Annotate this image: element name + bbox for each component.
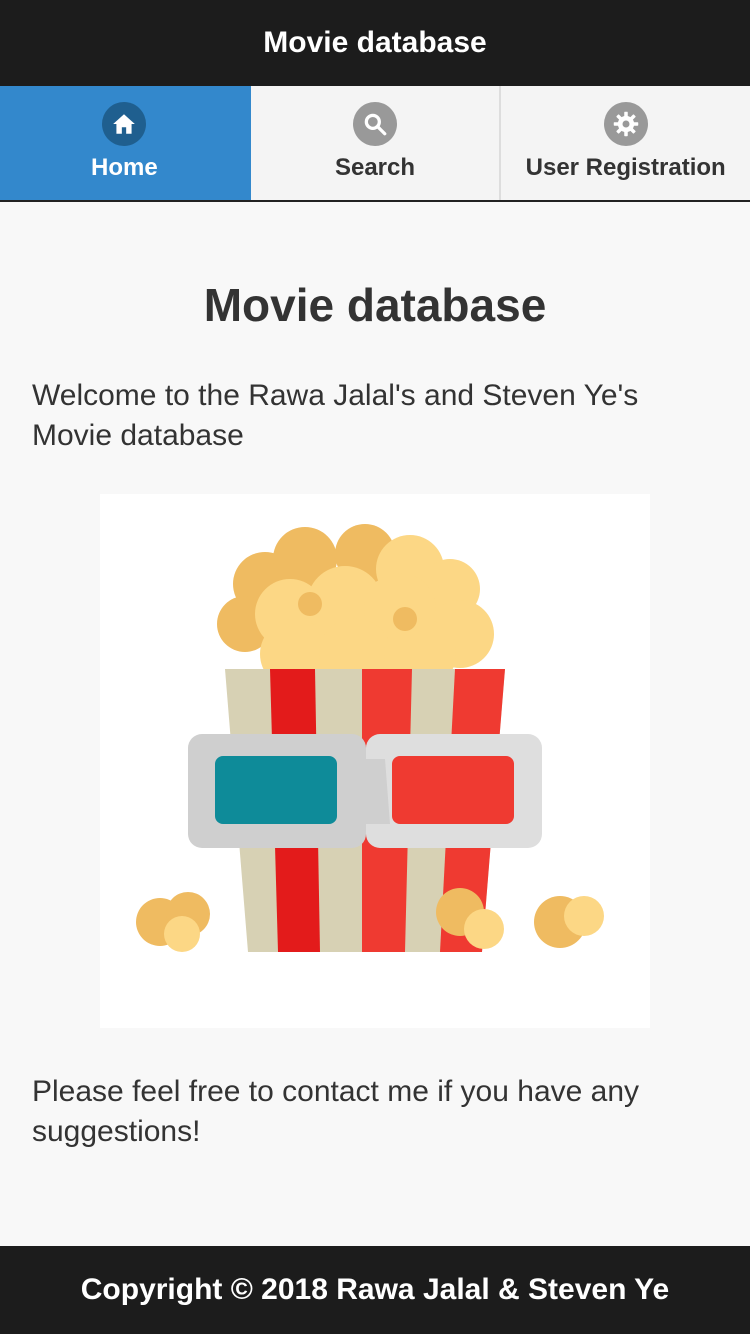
tab-user-registration-label: User Registration	[525, 154, 726, 181]
app-header: Movie database	[0, 0, 750, 86]
gear-icon	[603, 102, 648, 146]
tab-search[interactable]: Search	[251, 86, 502, 200]
search-icon	[353, 102, 397, 146]
page-title: Movie database	[203, 279, 547, 331]
home-icon	[102, 102, 147, 146]
navbar: Home Search User Registration	[0, 86, 750, 202]
tab-home[interactable]: Home	[0, 86, 251, 200]
contact-text: Please feel free to contact me if you ha…	[32, 1075, 640, 1148]
popcorn-icon	[136, 524, 604, 952]
welcome-text: Welcome to the Rawa Jalal's and Steven Y…	[32, 379, 639, 452]
main-content: Movie database Welcome to the Rawa Jalal…	[0, 202, 750, 1246]
header-title: Movie database	[263, 26, 487, 59]
tab-home-label: Home	[90, 154, 158, 181]
footer-copyright: Copyright © 2018 Rawa Jalal & Steven Ye	[80, 1273, 670, 1306]
popcorn-image	[100, 494, 650, 1028]
tab-search-label: Search	[334, 154, 416, 181]
tab-user-registration[interactable]: User Registration	[501, 86, 750, 200]
footer: Copyright © 2018 Rawa Jalal & Steven Ye	[0, 1246, 750, 1334]
